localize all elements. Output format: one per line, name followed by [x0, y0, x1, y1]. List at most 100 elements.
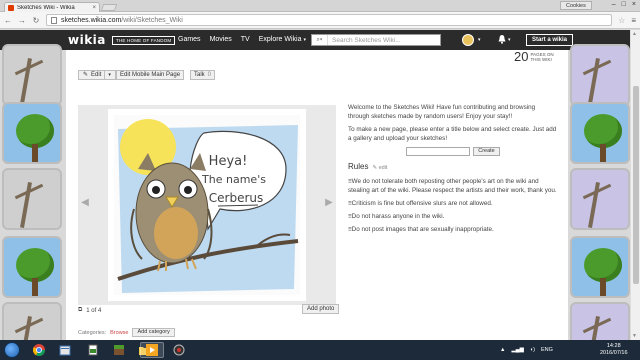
app-icon[interactable] — [168, 342, 190, 358]
document-icon[interactable] — [82, 342, 104, 358]
rules-edit-link[interactable]: ✎ edit — [372, 164, 387, 173]
scroll-up-icon[interactable]: ▲ — [632, 31, 637, 37]
scroll-down-icon[interactable]: ▼ — [632, 333, 637, 339]
nav-tv[interactable]: TV — [241, 36, 250, 43]
windows-start-button[interactable] — [4, 342, 20, 358]
speech-line-3: Cerberus — [209, 191, 264, 205]
browser-menu-icon[interactable]: ≡ — [631, 16, 636, 25]
clock-date: 2016/07/16 — [600, 350, 628, 356]
rules-edit-label: edit — [378, 165, 388, 171]
edit-mobile-main-page-button[interactable]: Edit Mobile Main Page — [116, 70, 185, 80]
background-right — [568, 44, 630, 360]
talk-count: 0 — [207, 72, 212, 78]
background-tile — [2, 168, 62, 230]
background-tile — [570, 168, 630, 230]
create-page-title-input[interactable] — [406, 147, 471, 156]
minimize-icon[interactable]: – — [612, 1, 616, 8]
bookmark-star-icon[interactable]: ☆ — [618, 16, 625, 25]
edit-button[interactable]: ✎ Edit ▾ — [78, 70, 116, 80]
owl-sketch-image[interactable]: Heya! The name's Cerberus — [108, 109, 306, 301]
wiki-search-input[interactable]: ⌕▾ Search Sketches Wiki... — [311, 34, 441, 46]
background-tile — [2, 102, 62, 164]
pages-count-number: 20 — [514, 49, 529, 64]
speech-line-2: The name's — [201, 173, 266, 186]
create-page-form: Create — [348, 147, 558, 156]
minecraft-icon[interactable] — [108, 342, 130, 358]
home-of-fandom-badge[interactable]: THE HOME OF FANDOM — [112, 36, 176, 45]
tray-chevron-icon[interactable]: ▲ — [500, 347, 505, 353]
notifications-bell-icon[interactable] — [498, 35, 506, 46]
maximize-icon[interactable]: □ — [622, 1, 626, 8]
new-tab-button[interactable] — [100, 4, 118, 11]
pages-count: 20 PAGES ON THIS WIKI — [514, 50, 558, 63]
nav-explore-wikia[interactable]: Explore Wikia ▾ — [259, 36, 306, 43]
nav-games[interactable]: Games — [178, 36, 201, 43]
background-tile — [570, 236, 630, 298]
media-player-icon[interactable] — [140, 342, 164, 358]
chevron-down-icon: ▾ — [303, 37, 306, 43]
background-tile — [570, 44, 630, 106]
tray-language[interactable]: ENG — [541, 347, 553, 353]
system-clock[interactable]: 14:28 2016/07/16 — [600, 343, 628, 357]
window-controls: – □ × — [612, 1, 636, 8]
add-category-button[interactable]: Add category — [132, 328, 175, 337]
url-bar[interactable]: sketches.wikia.com/wiki/Sketches_Wiki — [46, 14, 613, 26]
main-page-text: Welcome to the Sketches Wiki! Have fun c… — [348, 103, 558, 238]
forward-icon[interactable]: → — [18, 16, 26, 25]
slideshow-next-icon[interactable]: ▶ — [324, 197, 334, 211]
talk-button[interactable]: Talk 0 — [190, 70, 216, 80]
wikia-logo[interactable]: wikia — [68, 33, 106, 47]
chevron-down-icon[interactable]: ▾ — [478, 37, 481, 43]
wikia-favicon-icon — [8, 4, 14, 11]
pencil-icon: ✎ — [83, 72, 89, 78]
tray-volume-icon[interactable]: ◖) — [530, 347, 535, 353]
category-browse-link[interactable]: Browse — [110, 330, 128, 336]
wikia-nav-links: Games Movies TV Explore Wikia ▾ — [178, 36, 306, 43]
categories-bar: Categories: Browse Add category — [78, 328, 175, 337]
chevron-down-icon[interactable]: ▾ — [508, 37, 511, 43]
chrome-icon[interactable] — [28, 342, 50, 358]
cookies-button[interactable]: Cookies — [560, 1, 592, 10]
slideshow-prev-icon[interactable]: ◀ — [80, 197, 90, 211]
address-toolbar: ← → ↻ sketches.wikia.com/wiki/Sketches_W… — [0, 12, 640, 29]
browser-tab[interactable]: Sketches Wiki - Wikia × — [4, 2, 100, 12]
start-a-wikia-button[interactable]: Start a wikia — [526, 34, 574, 46]
rule-item: ≡We do not tolerate both reposting other… — [348, 178, 557, 194]
page-scrollbar[interactable]: ▲ ▼ — [630, 30, 640, 340]
user-avatar[interactable] — [462, 34, 474, 46]
rules-title: Rules — [348, 162, 369, 171]
categories-label: Categories: — [78, 329, 107, 336]
url-path: /wiki/Sketches_Wiki — [121, 16, 183, 24]
rule-item: ≡Do not harass anyone in the wiki. — [348, 213, 445, 220]
nav-movies[interactable]: Movies — [210, 36, 232, 43]
tab-close-icon[interactable]: × — [92, 5, 96, 11]
chevron-down-icon[interactable]: ▾ — [104, 71, 111, 79]
reload-icon[interactable]: ↻ — [32, 16, 40, 25]
slideshow-caption: ⧉ 1 of 4 — [78, 307, 101, 314]
background-left — [0, 44, 66, 360]
rules-heading: Rules ✎ edit — [348, 162, 558, 173]
background-tile — [570, 102, 630, 164]
wiki-article: ✎ Edit ▾ Edit Mobile Main Page Talk 0 20… — [66, 50, 568, 340]
page-icon — [51, 16, 57, 24]
add-photo-button[interactable]: Add photo — [302, 304, 340, 314]
close-window-icon[interactable]: × — [632, 1, 636, 8]
nav-explore-label: Explore Wikia — [258, 36, 302, 43]
windows-taskbar: ▲ ▂▄▆ ◖) ENG 14:28 2016/07/16 — [0, 340, 640, 360]
clock-time: 14:28 — [606, 343, 621, 349]
search-placeholder: Search Sketches Wiki... — [332, 36, 401, 44]
url-domain: sketches.wikia.com — [61, 16, 122, 24]
file-explorer-icon[interactable] — [54, 342, 76, 358]
welcome-text: Welcome to the Sketches Wiki! Have fun c… — [348, 104, 536, 120]
edit-label: Edit — [91, 72, 102, 78]
scroll-thumb[interactable] — [633, 86, 639, 284]
pages-count-label: PAGES ON THIS WIKI — [530, 52, 554, 62]
speech-line-1: Heya! — [209, 154, 248, 169]
gallery-slideshow: ◀ Heya! The name's Cerberus ▶ — [78, 105, 336, 305]
create-button[interactable]: Create — [473, 147, 500, 156]
make-page-text: To make a new page, please enter a title… — [348, 126, 557, 142]
search-icon: ⌕▾ — [312, 35, 328, 45]
background-tile — [2, 236, 62, 298]
back-icon[interactable]: ← — [4, 16, 12, 25]
tray-network-icon[interactable]: ▂▄▆ — [511, 347, 523, 353]
